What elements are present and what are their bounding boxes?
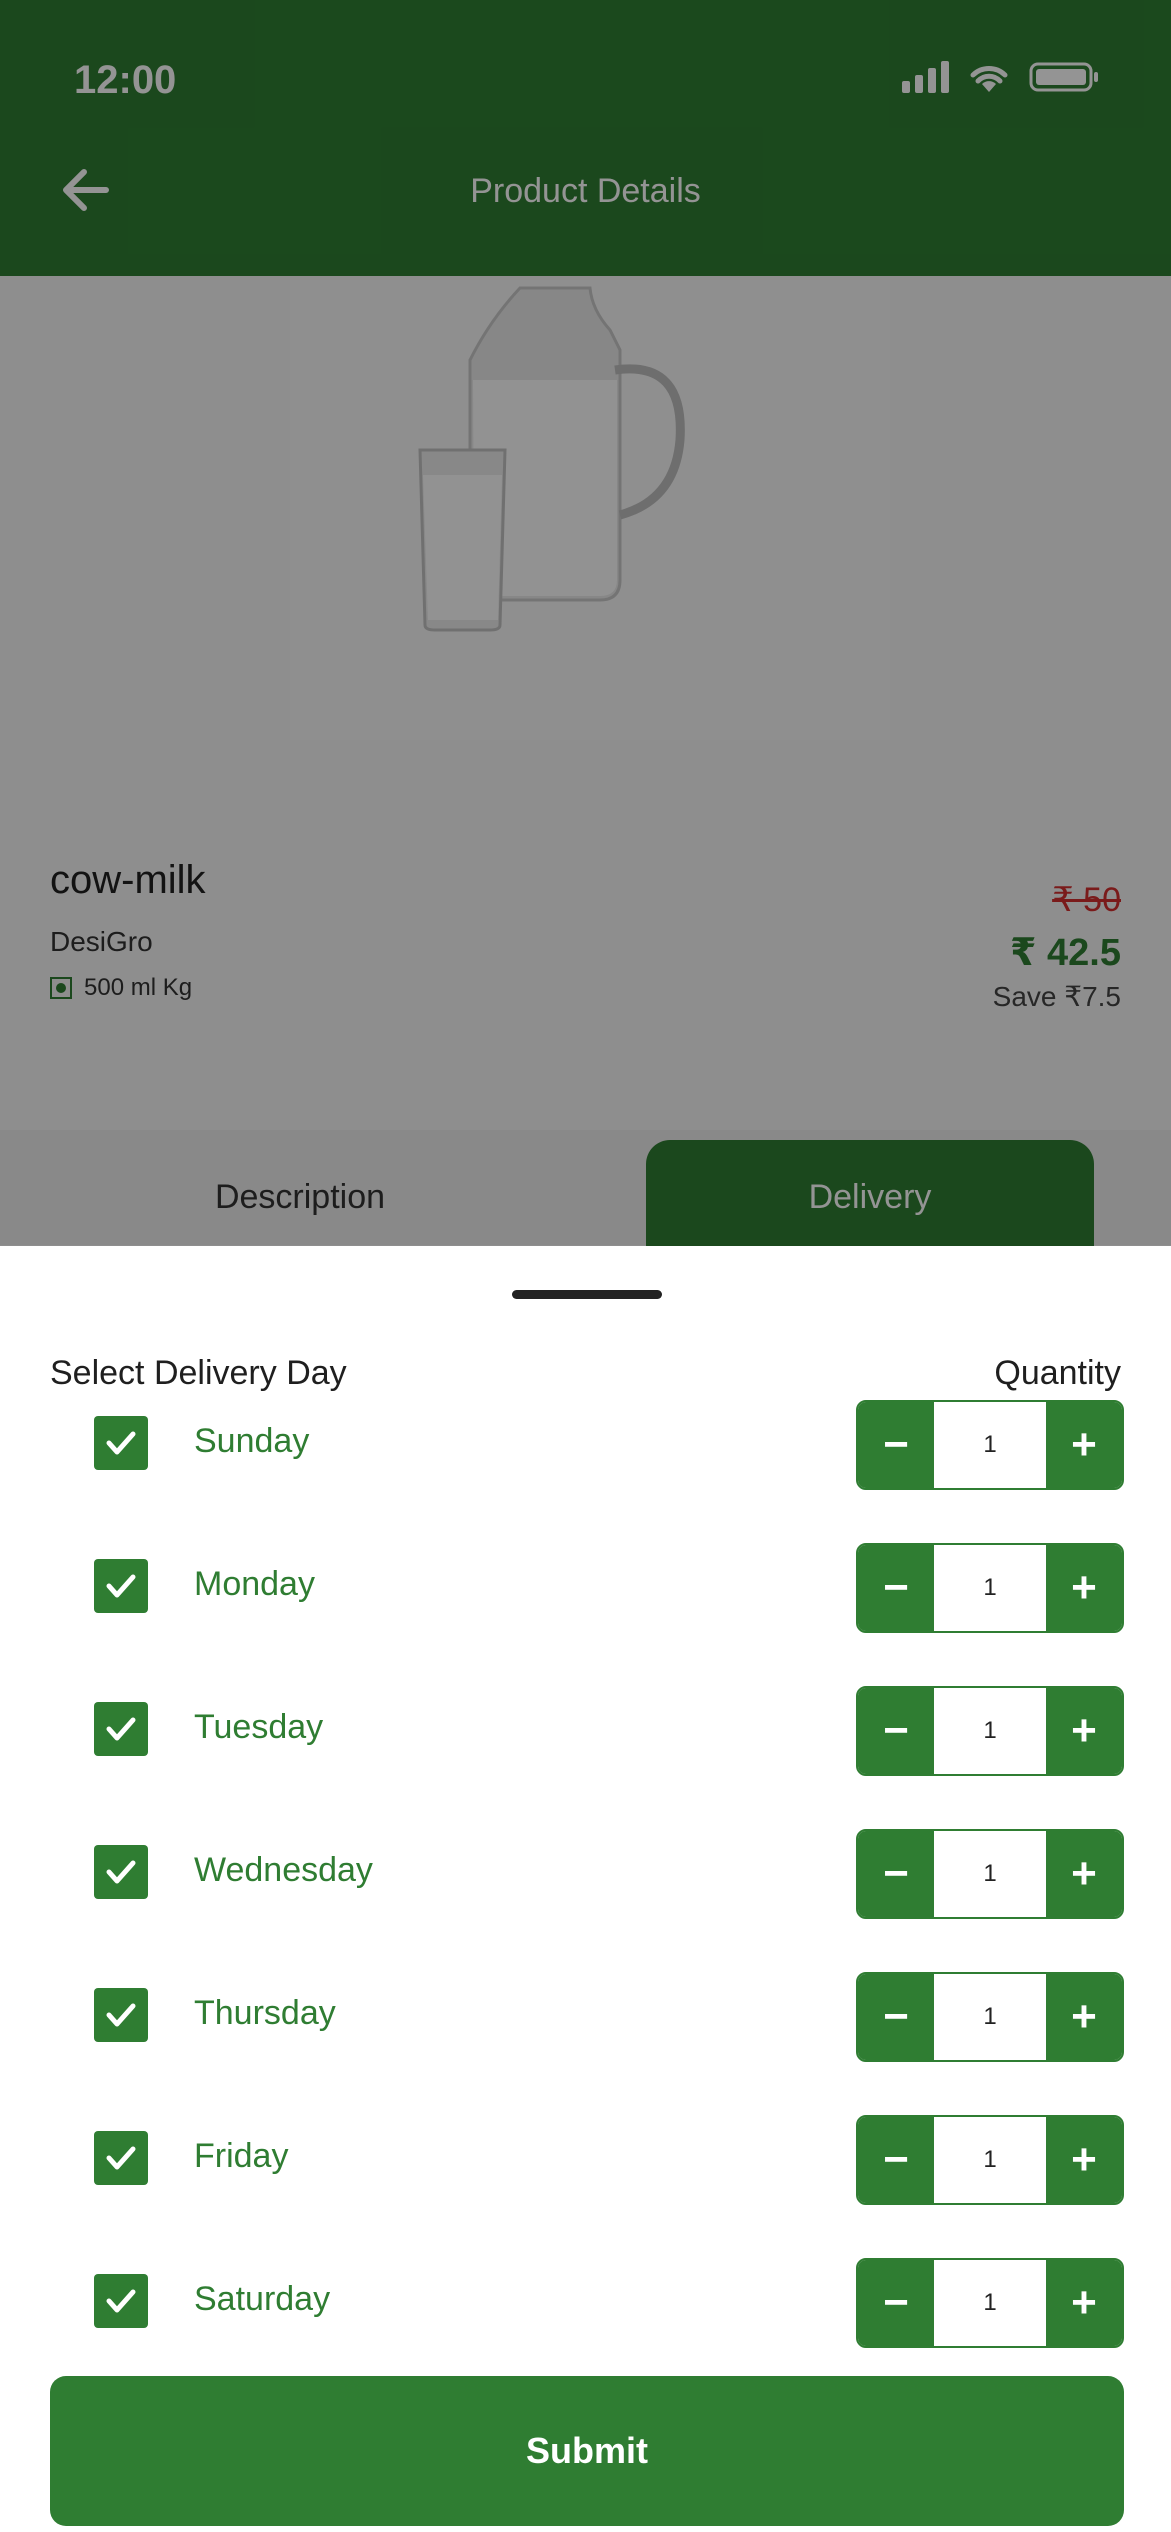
quantity-stepper: − 1 + (856, 1829, 1124, 1919)
submit-button[interactable]: Submit (50, 2376, 1124, 2526)
increase-button[interactable]: + (1046, 1545, 1122, 1631)
increase-button[interactable]: + (1046, 1688, 1122, 1774)
delivery-day-heading: Select Delivery Day (50, 1354, 347, 1392)
quantity-value[interactable]: 1 (934, 1688, 1046, 1774)
increase-button[interactable]: + (1046, 1831, 1122, 1917)
monday-checkbox[interactable] (94, 1559, 148, 1613)
quantity-heading: Quantity (994, 1354, 1121, 1392)
check-icon (106, 1431, 136, 1455)
quantity-value[interactable]: 1 (934, 1831, 1046, 1917)
quantity-stepper: − 1 + (856, 2115, 1124, 2205)
day-row-thursday: Thursday − 1 + (0, 1972, 1171, 2062)
day-row-wednesday: Wednesday − 1 + (0, 1829, 1171, 1919)
decrease-button[interactable]: − (858, 2260, 934, 2346)
decrease-button[interactable]: − (858, 1402, 934, 1488)
quantity-stepper: − 1 + (856, 2258, 1124, 2348)
quantity-value[interactable]: 1 (934, 2117, 1046, 2203)
check-icon (106, 1860, 136, 1884)
day-label: Sunday (194, 1422, 310, 1460)
quantity-value[interactable]: 1 (934, 1545, 1046, 1631)
decrease-button[interactable]: − (858, 1974, 934, 2060)
increase-button[interactable]: + (1046, 1974, 1122, 2060)
wednesday-checkbox[interactable] (94, 1845, 148, 1899)
friday-checkbox[interactable] (94, 2131, 148, 2185)
increase-button[interactable]: + (1046, 2117, 1122, 2203)
day-label: Tuesday (194, 1708, 324, 1746)
decrease-button[interactable]: − (858, 1545, 934, 1631)
day-row-friday: Friday − 1 + (0, 2115, 1171, 2205)
quantity-value[interactable]: 1 (934, 1402, 1046, 1488)
thursday-checkbox[interactable] (94, 1988, 148, 2042)
delivery-bottom-sheet: Select Delivery Day Quantity Sunday − 1 … (0, 1246, 1171, 2532)
quantity-stepper: − 1 + (856, 1543, 1124, 1633)
increase-button[interactable]: + (1046, 2260, 1122, 2346)
day-row-tuesday: Tuesday − 1 + (0, 1686, 1171, 1776)
decrease-button[interactable]: − (858, 1688, 934, 1774)
tuesday-checkbox[interactable] (94, 1702, 148, 1756)
day-label: Monday (194, 1565, 315, 1603)
quantity-value[interactable]: 1 (934, 2260, 1046, 2346)
check-icon (106, 2146, 136, 2170)
check-icon (106, 1717, 136, 1741)
day-label: Saturday (194, 2280, 331, 2318)
increase-button[interactable]: + (1046, 1402, 1122, 1488)
check-icon (106, 1574, 136, 1598)
decrease-button[interactable]: − (858, 1831, 934, 1917)
day-row-saturday: Saturday − 1 + (0, 2258, 1171, 2348)
day-row-sunday: Sunday − 1 + (0, 1400, 1171, 1490)
day-label: Wednesday (194, 1851, 373, 1889)
quantity-stepper: − 1 + (856, 1972, 1124, 2062)
quantity-stepper: − 1 + (856, 1686, 1124, 1776)
check-icon (106, 2289, 136, 2313)
decrease-button[interactable]: − (858, 2117, 934, 2203)
screen: 12:00 Product Details cow-milk DesiGro 5… (0, 0, 1171, 2532)
quantity-stepper: − 1 + (856, 1400, 1124, 1490)
sunday-checkbox[interactable] (94, 1416, 148, 1470)
check-icon (106, 2003, 136, 2027)
modal-backdrop[interactable] (0, 0, 1171, 1246)
quantity-value[interactable]: 1 (934, 1974, 1046, 2060)
saturday-checkbox[interactable] (94, 2274, 148, 2328)
day-label: Friday (194, 2137, 289, 2175)
sheet-drag-handle[interactable] (512, 1290, 662, 1299)
day-label: Thursday (194, 1994, 336, 2032)
day-row-monday: Monday − 1 + (0, 1543, 1171, 1633)
